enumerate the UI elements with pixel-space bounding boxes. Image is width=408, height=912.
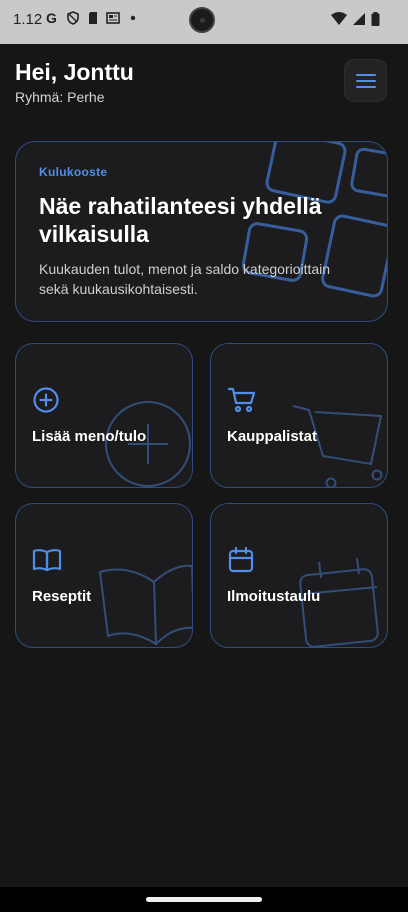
status-time: 1.12 bbox=[13, 11, 43, 28]
group-label: Ryhmä: Perhe bbox=[15, 89, 105, 105]
calendar-icon bbox=[228, 546, 254, 573]
plus-circle-icon bbox=[33, 387, 59, 413]
tile-label: Kauppalistat bbox=[227, 428, 318, 445]
tile-label: Lisää meno/tulo bbox=[32, 428, 147, 445]
status-bar: 1.12 G bbox=[0, 0, 408, 44]
tile-bg-plus bbox=[105, 401, 191, 487]
summary-hero-card[interactable]: Kulukooste Näe rahatilanteesi yhdellä vi… bbox=[15, 141, 388, 322]
battery-icon bbox=[371, 12, 380, 26]
tile-label: Ilmoitustaulu bbox=[227, 588, 321, 605]
dot-icon bbox=[130, 15, 136, 21]
signal-icon bbox=[353, 13, 365, 25]
tile-bg-book bbox=[98, 564, 192, 646]
news-icon bbox=[106, 12, 120, 24]
home-gesture-handle[interactable] bbox=[146, 897, 262, 902]
sd-card-icon bbox=[89, 12, 97, 24]
tile-shopping-lists[interactable]: Kauppalistat bbox=[210, 343, 388, 488]
hero-description: Kuukauden tulot, menot ja saldo kategori… bbox=[39, 261, 331, 297]
shopping-cart-icon bbox=[227, 387, 256, 413]
tile-bg-cart bbox=[292, 405, 383, 487]
shield-icon bbox=[67, 11, 79, 25]
greeting-title: Hei, Jonttu bbox=[15, 59, 134, 85]
google-icon: G bbox=[46, 11, 57, 25]
app-screen: Hei, Jonttu Ryhmä: Perhe Kulukooste Näe … bbox=[0, 44, 408, 887]
hamburger-menu-icon bbox=[355, 73, 376, 88]
tile-add-transaction[interactable]: Lisää meno/tulo bbox=[15, 343, 193, 488]
menu-button[interactable] bbox=[344, 59, 387, 102]
tile-recipes[interactable]: Reseptit bbox=[15, 503, 193, 648]
system-navigation-bar bbox=[0, 887, 408, 912]
wifi-icon bbox=[331, 12, 347, 25]
tile-bg-calendar bbox=[299, 557, 379, 647]
hero-eyebrow: Kulukooste bbox=[39, 165, 108, 179]
svg-text:G: G bbox=[46, 11, 57, 25]
hero-title: Näe rahatilanteesi yhdellä vilkaisulla bbox=[39, 193, 322, 247]
front-camera bbox=[189, 7, 215, 33]
book-open-icon bbox=[32, 549, 62, 572]
tile-label: Reseptit bbox=[32, 588, 92, 605]
tile-bulletin-board[interactable]: Ilmoitustaulu bbox=[210, 503, 388, 648]
